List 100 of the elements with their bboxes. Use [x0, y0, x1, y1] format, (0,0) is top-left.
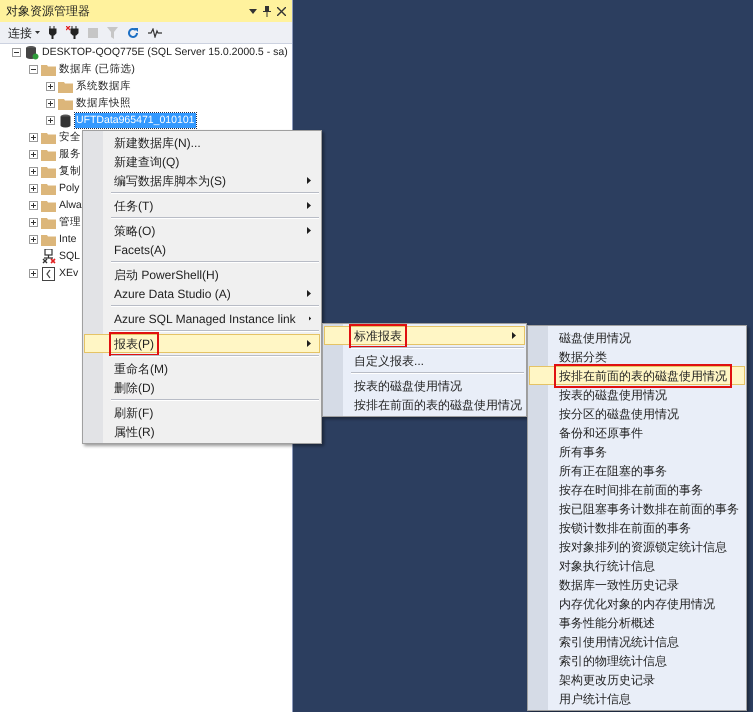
menu-item[interactable]: 所有事务 — [529, 442, 745, 461]
tree-item[interactable]: 系统数据库 — [75, 79, 132, 94]
menu-item-label: 标准报表 — [349, 324, 407, 348]
folder-icon — [41, 166, 56, 178]
menu-item[interactable]: 标准报表 — [324, 326, 525, 345]
menu-item[interactable]: 编写数据库脚本为(S) — [84, 171, 320, 190]
menu-item[interactable]: 按排在前面的表的磁盘使用情况 — [529, 366, 745, 385]
menu-item[interactable]: Facets(A) — [84, 240, 320, 259]
menu-item[interactable]: 按对象排列的资源锁定统计信息 — [529, 537, 745, 556]
expand-icon[interactable] — [29, 218, 38, 227]
tree-item[interactable]: 复制 — [58, 164, 82, 179]
menu-item[interactable]: 所有正在阻塞的事务 — [529, 461, 745, 480]
menu-item-label: 索引使用情况统计信息 — [558, 634, 680, 650]
menu-item[interactable]: 索引的物理统计信息 — [529, 651, 745, 670]
menu-item-label: 删除(D) — [113, 380, 156, 396]
menu-item-label: 编写数据库脚本为(S) — [113, 172, 227, 190]
expand-icon[interactable] — [29, 184, 38, 193]
menu-item[interactable]: 自定义报表... — [324, 351, 525, 370]
menu-item[interactable]: 备份和还原事件 — [529, 423, 745, 442]
menu-item-label: 索引的物理统计信息 — [558, 652, 668, 670]
tree-item[interactable]: 数据库 (已筛选) — [58, 62, 136, 77]
menu-item[interactable]: 按分区的磁盘使用情况 — [529, 404, 745, 423]
menu-item[interactable]: 重命名(M) — [84, 359, 320, 378]
menu-item[interactable]: 架构更改历史记录 — [529, 670, 745, 689]
menu-item[interactable]: 刷新(F) — [84, 403, 320, 422]
tree-item[interactable]: Alwa — [58, 198, 83, 213]
refresh-icon[interactable] — [127, 26, 139, 38]
menu-item[interactable]: 按排在前面的表的磁盘使用情况 — [324, 395, 525, 414]
tree-item[interactable]: 服务 — [58, 147, 82, 162]
expand-icon[interactable] — [29, 269, 38, 278]
menu-item[interactable]: 报表(P) — [84, 334, 320, 353]
submenu-arrow-icon — [307, 290, 311, 297]
folder-icon — [41, 64, 56, 76]
menu-item-label: 自定义报表... — [353, 352, 426, 370]
dropdown-icon[interactable] — [249, 8, 257, 14]
menu-item[interactable]: 按存在时间排在前面的事务 — [529, 480, 745, 499]
expand-icon[interactable] — [46, 82, 55, 91]
menu-item-label: 新建查询(Q) — [113, 154, 180, 170]
expand-icon[interactable] — [29, 235, 38, 244]
menu-item[interactable]: 数据分类 — [529, 347, 745, 366]
collapse-icon[interactable] — [29, 65, 38, 74]
expand-icon[interactable] — [46, 116, 55, 125]
tree-item[interactable]: XEv — [58, 266, 80, 281]
tree-item[interactable]: 数据库快照 — [75, 96, 132, 111]
menu-item[interactable]: 新建查询(Q) — [84, 152, 320, 171]
connect-button[interactable]: 连接 — [8, 24, 40, 42]
menu-item[interactable]: 按锁计数排在前面的事务 — [529, 518, 745, 537]
menu-item[interactable]: Azure Data Studio (A) — [84, 284, 320, 303]
menu-item[interactable]: 新建数据库(N)... — [84, 133, 320, 152]
tree-item[interactable]: 安全 — [58, 130, 82, 145]
menu-item[interactable]: 按表的磁盘使用情况 — [324, 376, 525, 395]
menu-item[interactable]: 事务性能分析概述 — [529, 613, 745, 632]
close-icon[interactable] — [277, 6, 286, 16]
submenu-arrow-icon — [308, 315, 311, 322]
menu-item[interactable]: 属性(R) — [84, 422, 320, 441]
tree-item[interactable]: DESKTOP-QOQ775E (SQL Server 15.0.2000.5 - sa) — [41, 45, 289, 60]
menu-item[interactable]: 内存优化对象的内存使用情况 — [529, 594, 745, 613]
folder-icon — [41, 182, 56, 194]
folder-icon — [41, 148, 56, 160]
tree-item[interactable]: Poly — [58, 181, 80, 196]
tree-item[interactable]: 管理 — [58, 215, 82, 230]
menu-item-label: 按对象排列的资源锁定统计信息 — [558, 538, 728, 556]
menu-item[interactable]: 删除(D) — [84, 378, 320, 397]
menu-item[interactable]: 策略(O) — [84, 221, 320, 240]
menu-item[interactable]: 按已阻塞事务计数排在前面的事务 — [529, 499, 745, 518]
pin-icon[interactable] — [263, 6, 271, 16]
menu-item-label: 重命名(M) — [113, 360, 169, 378]
expand-icon[interactable] — [29, 133, 38, 142]
disconnect-icon[interactable] — [66, 26, 79, 39]
plug-icon[interactable] — [49, 26, 57, 39]
menu-item-label: 任务(T) — [113, 198, 154, 214]
activity-icon[interactable] — [148, 28, 162, 38]
tree-item[interactable]: Inte — [58, 232, 78, 247]
expand-icon[interactable] — [29, 150, 38, 159]
folder-icon — [41, 216, 56, 228]
menu-item[interactable]: 启动 PowerShell(H) — [84, 265, 320, 284]
expand-icon[interactable] — [29, 167, 38, 176]
menu-item-label: 新建数据库(N)... — [113, 134, 202, 152]
menu-item-label: 备份和还原事件 — [558, 424, 644, 442]
tree-item[interactable]: SQL — [58, 249, 82, 264]
menu-item[interactable]: Azure SQL Managed Instance link — [84, 309, 320, 328]
menu-item-label: 数据库一致性历史记录 — [558, 576, 680, 594]
expand-icon[interactable] — [46, 99, 55, 108]
expand-icon[interactable] — [29, 201, 38, 210]
menu-item-label: Facets(A) — [113, 242, 168, 258]
menu-item[interactable]: 对象执行统计信息 — [529, 556, 745, 575]
menu-item-label: 磁盘使用情况 — [558, 330, 632, 346]
collapse-icon[interactable] — [12, 48, 21, 57]
menu-item-label: 所有事务 — [558, 444, 608, 460]
menu-item[interactable]: 任务(T) — [84, 196, 320, 215]
database-icon — [60, 114, 71, 128]
server-icon — [24, 45, 38, 60]
menu-item[interactable]: 索引使用情况统计信息 — [529, 632, 745, 651]
menu-item[interactable]: 磁盘使用情况 — [529, 328, 745, 347]
menu-item[interactable]: 用户统计信息 — [529, 689, 745, 708]
menu-item[interactable]: 数据库一致性历史记录 — [529, 575, 745, 594]
panel-title: 对象资源管理器 — [6, 3, 90, 20]
menu-item[interactable]: 按表的磁盘使用情况 — [529, 385, 745, 404]
folder-icon — [58, 98, 73, 110]
submenu-arrow-icon — [307, 227, 311, 234]
